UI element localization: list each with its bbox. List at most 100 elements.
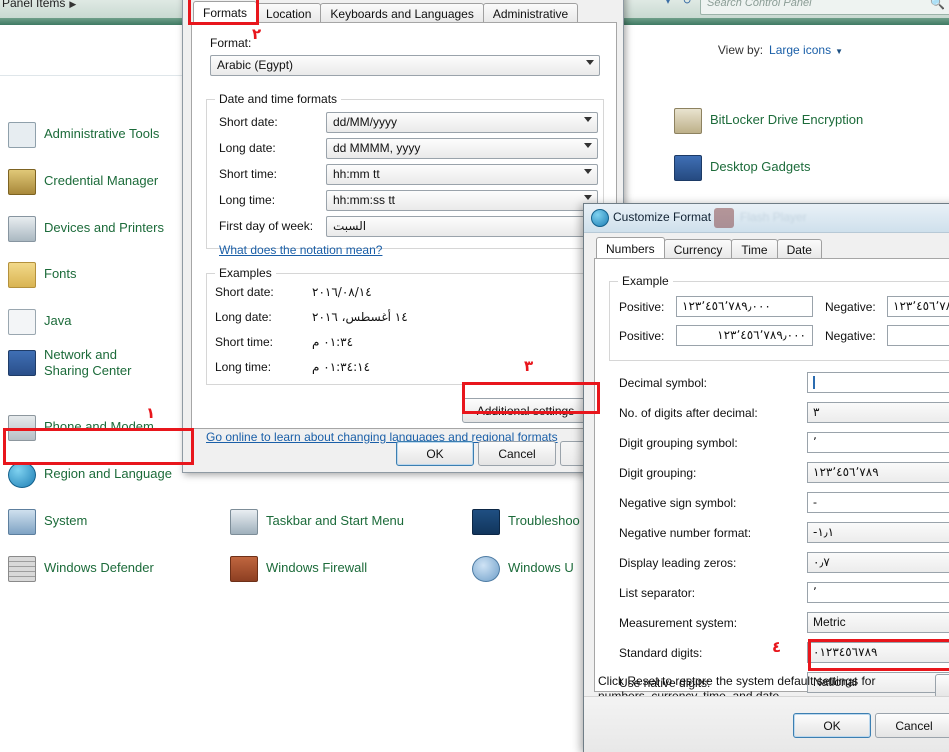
cp-item-label: Fonts (44, 266, 77, 281)
cp-item-label: Windows Defender (44, 560, 154, 575)
cp-item-bitlocker-drive-encryption[interactable]: BitLocker Drive Encryption (672, 105, 863, 135)
cp-item-phone-and-modem[interactable]: Phone and Modem (6, 412, 154, 442)
group-caption: Date and time formats (215, 92, 342, 106)
cp-item-windows-defender[interactable]: Windows Defender (6, 553, 154, 583)
long-time-label: Long time: (219, 193, 276, 207)
cp-item-desktop-gadgets[interactable]: Desktop Gadgets (672, 152, 810, 182)
long-time-value: hh:mm:ss tt (333, 193, 396, 207)
breadcrumb[interactable]: Panel Items ▶ (2, 0, 76, 10)
example-positive-label-1: Positive: (619, 300, 665, 314)
additional-settings-button[interactable]: Additional settings (462, 398, 589, 423)
search-input[interactable]: Search Control Panel 🔍 (700, 0, 949, 15)
cp-item-credential-manager[interactable]: Credential Manager (6, 166, 158, 196)
tab-location[interactable]: Location (256, 3, 322, 24)
customize-cancel-button[interactable]: Cancel (875, 713, 949, 738)
format-label: Format: (210, 36, 252, 50)
format-combobox[interactable]: Arabic (Egypt) (210, 55, 600, 76)
phone-modem-icon (6, 412, 36, 442)
cp-item-administrative-tools[interactable]: Administrative Tools (6, 119, 159, 149)
long-time-combobox[interactable]: hh:mm:ss tt (326, 190, 598, 211)
flash-player-icon (714, 208, 734, 228)
standard-digits-combobox[interactable]: ٠١٢٣٤٥٦٧٨٩ (807, 642, 949, 663)
standard-digits-label: Standard digits: (619, 646, 703, 660)
tab-formats[interactable]: Formats (193, 1, 258, 24)
tab-currency[interactable]: Currency (663, 239, 733, 260)
taskbar-start-menu-icon (228, 506, 258, 536)
search-icon: 🔍 (930, 0, 945, 10)
short-date-label: Short date: (219, 115, 278, 129)
refresh-icon[interactable]: ↻ (679, 0, 695, 12)
notation-help-link[interactable]: What does the notation mean? (219, 243, 382, 257)
region-cancel-button[interactable]: Cancel (478, 441, 556, 466)
dialog-title: Customize Format (613, 210, 712, 224)
chevron-down-icon (586, 60, 594, 65)
example-short-date-value: ٢٠١٦/٠٨/١٤ (312, 285, 372, 299)
measurement-system-combobox[interactable]: Metric (807, 612, 949, 633)
display-leading-zeros-combobox[interactable]: ٠٫٧ (807, 552, 949, 573)
negative-number-format-combobox[interactable]: ١٫١- (807, 522, 949, 543)
tab-administrative[interactable]: Administrative (482, 3, 579, 24)
tab-time[interactable]: Time (731, 239, 778, 260)
cp-item-label: Desktop Gadgets (710, 159, 811, 174)
customize-ok-button[interactable]: OK (793, 713, 871, 738)
digit-grouping-symbol-combobox[interactable]: ٬ (807, 432, 949, 453)
chevron-right-icon: ▶ (69, 0, 77, 9)
example-long-time-label: Long time: (215, 360, 272, 374)
cp-item-label: Phone and Modem (44, 419, 154, 434)
digit-grouping-symbol-value: ٬ (813, 435, 817, 449)
long-date-combobox[interactable]: dd MMMM, yyyy (326, 138, 598, 159)
cp-item-devices-and-printers[interactable]: Devices and Printers (6, 213, 164, 243)
example-long-date-value: ١٤ أغسطس، ٢٠١٦ (312, 310, 408, 324)
digits-after-decimal-value: ٣ (813, 405, 820, 419)
negative-sign-symbol-combobox[interactable]: - (807, 492, 949, 513)
list-separator-combobox[interactable]: ٬ (807, 582, 949, 603)
example-long-date-label: Long date: (215, 310, 272, 324)
desktop-gadgets-icon (672, 152, 702, 182)
cp-item-taskbar-and-start-menu[interactable]: Taskbar and Start Menu (228, 506, 404, 536)
negative-number-format-value: ١٫١- (813, 525, 835, 539)
cp-item-label: Credential Manager (44, 173, 159, 188)
divider (0, 75, 200, 76)
cp-item-windows-update[interactable]: Windows U (470, 553, 583, 583)
cp-item-troubleshooting[interactable]: Troubleshoo (470, 506, 583, 536)
system-icon (6, 506, 36, 536)
view-by-value[interactable]: Large icons (769, 43, 831, 57)
long-date-value: dd MMMM, yyyy (333, 141, 421, 155)
example-negative-label-1: Negative: (825, 300, 876, 314)
reset-description-line1: Click Reset to restore the system defaul… (598, 674, 876, 688)
decimal-symbol-combobox[interactable] (807, 372, 949, 393)
tab-numbers[interactable]: Numbers (596, 237, 665, 260)
region-ok-button[interactable]: OK (396, 441, 474, 466)
cp-item-region-and-language[interactable]: Region and Language (6, 459, 172, 489)
display-leading-zeros-value: ٠٫٧ (813, 555, 830, 569)
short-date-combobox[interactable]: dd/MM/yyyy (326, 112, 598, 133)
region-and-language-dialog: Formats Location Keyboards and Languages Ad… (182, 0, 638, 473)
tab-date[interactable]: Date (776, 239, 822, 260)
cp-item-system[interactable]: System (6, 506, 87, 536)
short-time-combobox[interactable]: hh:mm tt (326, 164, 598, 185)
measurement-system-value: Metric (813, 615, 846, 629)
customize-format-titlebar: Customize Format Flash Player (584, 204, 949, 233)
numbers-tab-panel: Example Positive: ١٢٣٬٤٥٦٬٧٨٩٫٠٠٠ Negati… (594, 258, 949, 693)
back-arrow-icon[interactable]: ▾ (660, 0, 676, 12)
navigation-buttons: ▾ ↻ (660, 0, 696, 13)
view-by-label: View by: (717, 43, 764, 57)
cp-item-network-and-sharing-center[interactable]: Network and Sharing Center (6, 347, 164, 379)
digits-after-decimal-combobox[interactable]: ٣ (807, 402, 949, 423)
view-by-control[interactable]: View by: Large icons ▼ (718, 43, 843, 57)
network-sharing-icon (6, 347, 36, 377)
cp-item-windows-firewall[interactable]: Windows Firewall (228, 553, 367, 583)
cp-item-label: Java (44, 313, 72, 328)
windows-firewall-icon (228, 553, 258, 583)
digit-grouping-combobox[interactable]: ١٢٣٬٤٥٦٬٧٨٩ (807, 462, 949, 483)
cp-item-java[interactable]: Java (6, 306, 71, 336)
tab-keyboards-and-languages[interactable]: Keyboards and Languages (320, 3, 484, 24)
first-day-of-week-combobox[interactable]: السبت (326, 216, 598, 237)
java-icon (6, 306, 36, 336)
troubleshooting-icon (470, 506, 500, 536)
long-date-label: Long date: (219, 141, 276, 155)
cp-item-fonts[interactable]: Fonts (6, 259, 77, 289)
globe-icon (591, 209, 609, 227)
example-short-time-label: Short time: (215, 335, 274, 349)
format-value: Arabic (Egypt) (217, 58, 294, 72)
